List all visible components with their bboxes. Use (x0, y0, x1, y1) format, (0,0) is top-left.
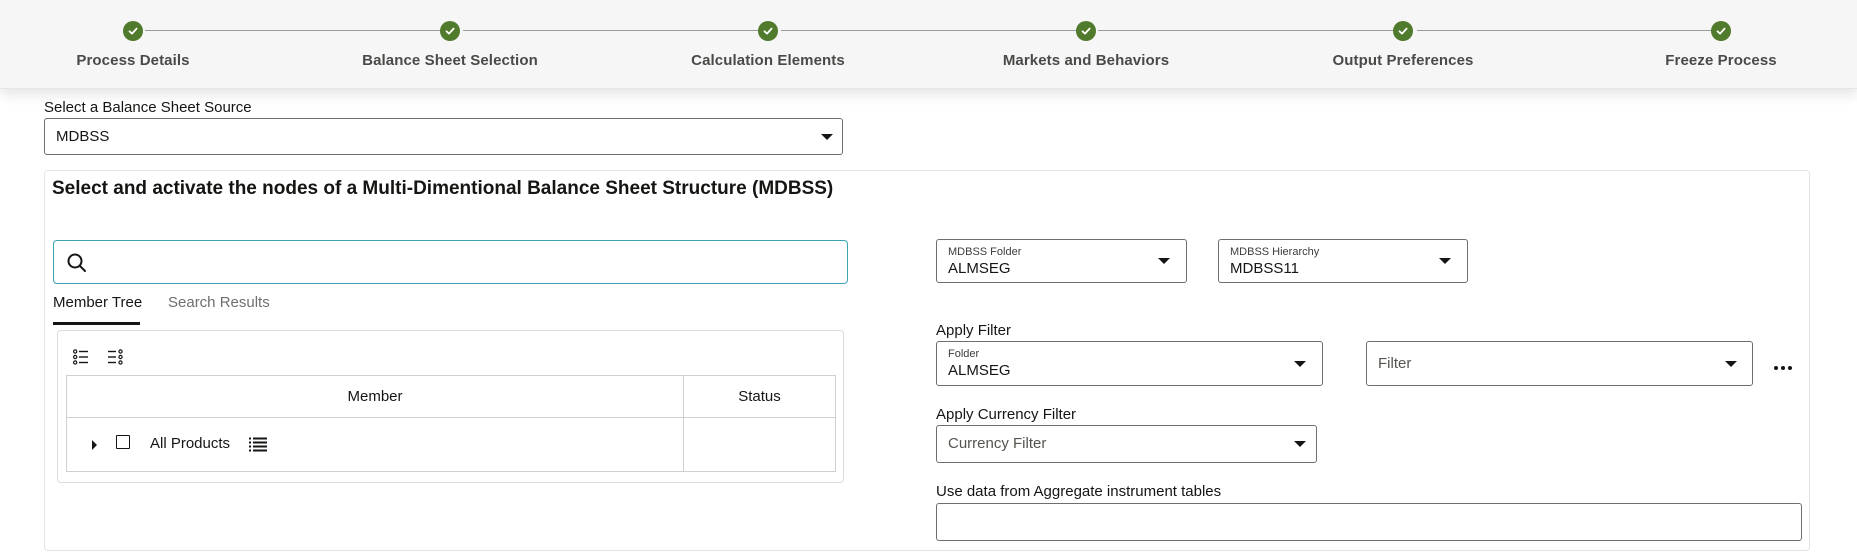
table-row[interactable]: All Products (67, 418, 684, 471)
collapse-all-icon[interactable] (107, 349, 123, 370)
tab-search-results[interactable]: Search Results (168, 294, 270, 311)
field-value: ALMSEG (948, 260, 1011, 277)
chevron-down-icon (821, 134, 833, 140)
chevron-down-icon (1725, 361, 1737, 367)
member-table: Member Status All Products (66, 375, 836, 472)
column-header-label: Status (738, 388, 781, 405)
step-label: Calculation Elements (691, 52, 845, 69)
search-icon (66, 252, 88, 279)
row-checkbox[interactable] (116, 435, 130, 449)
filter-folder-select[interactable]: Folder ALMSEG (936, 341, 1323, 386)
step-label: Markets and Behaviors (1002, 52, 1170, 69)
check-icon (1076, 21, 1096, 41)
mdbss-folder-select[interactable]: MDBSS Folder ALMSEG (936, 239, 1187, 283)
chevron-down-icon (1158, 258, 1170, 264)
apply-filter-label: Apply Filter (936, 322, 1012, 339)
member-label: All Products (150, 435, 231, 452)
step-balance-sheet-selection[interactable]: Balance Sheet Selection (330, 0, 570, 89)
check-icon (1393, 21, 1413, 41)
status-cell (684, 418, 835, 471)
panel-title: Select and activate the nodes of a Multi… (52, 178, 834, 199)
check-icon (440, 21, 460, 41)
currency-filter-select[interactable]: Currency Filter (936, 425, 1317, 463)
source-select-value: MDBSS (56, 128, 110, 145)
column-header-member[interactable]: Member (67, 376, 684, 418)
field-label: MDBSS Folder (948, 246, 1022, 258)
source-select-label: Select a Balance Sheet Source (44, 99, 252, 116)
step-label: Balance Sheet Selection (362, 52, 538, 69)
chevron-down-icon (1439, 258, 1451, 264)
aggregate-label: Use data from Aggregate instrument table… (936, 483, 1222, 500)
chevron-down-icon (1294, 441, 1306, 447)
column-header-label: Member (347, 388, 403, 405)
tab-member-tree[interactable]: Member Tree (53, 294, 142, 311)
member-search-input[interactable] (53, 240, 848, 284)
step-freeze-process[interactable]: Freeze Process (1601, 0, 1841, 89)
step-label: Freeze Process (1665, 52, 1777, 69)
filter-placeholder: Filter (1378, 355, 1412, 372)
field-label: MDBSS Hierarchy (1230, 246, 1320, 258)
apply-currency-filter-label: Apply Currency Filter (936, 406, 1077, 423)
expand-all-icon[interactable] (73, 349, 89, 370)
aggregate-tables-input[interactable] (936, 503, 1802, 541)
active-tab-indicator (53, 322, 140, 325)
process-stepper: Process Details Balance Sheet Selection … (0, 0, 1857, 89)
field-value: MDBSS11 (1230, 260, 1299, 277)
step-calculation-elements[interactable]: Calculation Elements (648, 0, 888, 89)
step-markets-and-behaviors[interactable]: Markets and Behaviors (966, 0, 1206, 89)
mdbss-hierarchy-select[interactable]: MDBSS Hierarchy MDBSS11 (1218, 239, 1468, 283)
balance-sheet-source-select[interactable]: MDBSS (44, 118, 843, 155)
check-icon (123, 21, 143, 41)
field-label: Folder (948, 348, 980, 360)
chevron-down-icon (1294, 361, 1306, 367)
more-options-icon[interactable] (1773, 358, 1793, 376)
filter-select[interactable]: Filter (1366, 341, 1753, 386)
step-label: Output Preferences (1332, 52, 1474, 69)
currency-filter-placeholder: Currency Filter (948, 435, 1047, 452)
step-label: Process Details (76, 52, 190, 69)
check-icon (758, 21, 778, 41)
check-icon (1711, 21, 1731, 41)
step-process-details[interactable]: Process Details (13, 0, 253, 89)
field-value: ALMSEG (948, 362, 1011, 379)
step-output-preferences[interactable]: Output Preferences (1283, 0, 1523, 89)
column-header-status[interactable]: Status (684, 376, 835, 418)
caret-right-icon[interactable] (92, 440, 97, 450)
list-icon[interactable] (249, 436, 267, 457)
